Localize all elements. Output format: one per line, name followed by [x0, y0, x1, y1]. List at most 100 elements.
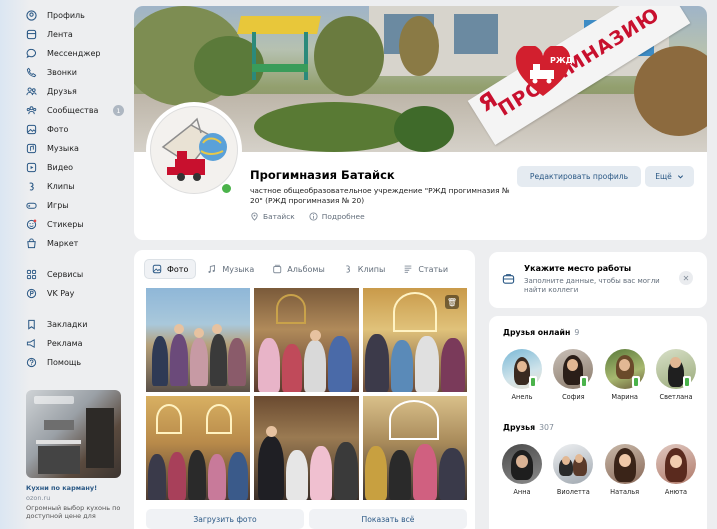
city-link[interactable]: Батайск	[250, 212, 295, 221]
friend-item[interactable]: Марина	[600, 349, 650, 401]
ad-url[interactable]: ozon.ru	[26, 494, 126, 502]
chevron-down-icon	[677, 175, 683, 179]
upload-photo-button[interactable]: Загрузить фото	[146, 509, 304, 529]
sidebar-item-label: Закладки	[47, 320, 88, 329]
friends-header[interactable]: Друзья 307	[503, 423, 554, 432]
bookmark-icon	[26, 319, 37, 330]
close-icon[interactable]: ✕	[679, 271, 693, 285]
friend-item[interactable]: Анюта	[651, 444, 701, 496]
ad-image-tag	[34, 396, 74, 404]
friend-item[interactable]: Светлана	[651, 349, 701, 401]
sidebar-item-label: VK Pay	[47, 289, 75, 298]
photo-icon	[152, 264, 162, 274]
friends-card: Друзья онлайн 9 Анель София Марина Светл…	[489, 316, 707, 529]
sidebar-item-bookmarks[interactable]: Закладки	[26, 315, 126, 334]
profile-name: Прогимназия Батайск	[250, 168, 395, 182]
friends-online-count: 9	[574, 328, 580, 337]
sidebar-item-friends[interactable]: Друзья	[26, 82, 126, 101]
more-info-link[interactable]: Подробнее	[309, 212, 365, 221]
sidebar-item-help[interactable]: Помощь	[26, 353, 126, 372]
edit-profile-button[interactable]: Редактировать профиль	[517, 166, 641, 187]
sidebar-item-games[interactable]: Игры	[26, 196, 126, 215]
photo-thumbnail[interactable]	[146, 288, 250, 392]
friend-name: Анна	[513, 488, 531, 496]
sidebar-item-services[interactable]: Сервисы	[26, 265, 126, 284]
more-button[interactable]: Ещё	[645, 166, 694, 187]
sidebar-item-feed[interactable]: Лента	[26, 25, 126, 44]
photo-thumbnail[interactable]	[363, 396, 467, 500]
location-icon	[251, 212, 258, 221]
friend-name: Светлана	[659, 393, 693, 401]
photo-thumbnail[interactable]	[254, 396, 359, 500]
mobile-online-icon	[529, 376, 537, 388]
profile-description: частное общеобразовательное учреждение "…	[250, 186, 510, 205]
tab-albums[interactable]: Альбомы	[265, 259, 331, 279]
ad-text: Огромный выбор кухонь по доступной цене …	[26, 504, 121, 520]
sidebar-item-messenger[interactable]: Мессенджер	[26, 44, 126, 63]
friends-online-row: Анель София Марина Светлана	[497, 349, 701, 401]
sidebar-item-profile[interactable]: Профиль	[26, 6, 126, 25]
more-button-label: Ещё	[655, 172, 672, 181]
tab-clips[interactable]: Клипы	[336, 259, 393, 279]
sidebar-item-calls[interactable]: Звонки	[26, 63, 126, 82]
sidebar-item-photo[interactable]: Фото	[26, 120, 126, 139]
mobile-online-icon	[631, 376, 640, 388]
briefcase-icon	[502, 274, 515, 284]
sidebar-item-vkpay[interactable]: VK Pay	[26, 284, 126, 303]
logo-text: РЖД	[550, 56, 572, 65]
friend-item[interactable]: София	[548, 349, 598, 401]
profile-meta: Батайск Подробнее	[250, 212, 365, 221]
tab-music[interactable]: Музыка	[200, 259, 261, 279]
sidebar-item-label: Фото	[47, 125, 69, 134]
photo-thumbnail[interactable]	[254, 288, 359, 392]
phone-icon	[26, 67, 37, 78]
sidebar-item-communities[interactable]: Сообщества 1	[26, 101, 126, 120]
tab-label: Музыка	[222, 264, 255, 274]
sidebar-item-market[interactable]: Маркет	[26, 234, 126, 253]
friend-name: Виолетта	[556, 488, 590, 496]
tab-articles[interactable]: Статьи	[396, 259, 455, 279]
market-icon	[26, 238, 37, 249]
delete-photo-icon[interactable]: 🗑	[445, 295, 459, 309]
friends-online-title: Друзья онлайн	[503, 328, 571, 337]
sidebar-ad[interactable]: Кухни по карману! ozon.ru Огромный выбор…	[26, 390, 126, 520]
photo-grid: 🗑	[146, 288, 467, 500]
tab-label: Клипы	[357, 264, 386, 274]
ad-title[interactable]: Кухни по карману!	[26, 484, 126, 492]
friends-row: Анна Виолетта Наталья Анюта	[497, 444, 701, 496]
sidebar-item-clips[interactable]: Клипы	[26, 177, 126, 196]
friend-name: Анель	[511, 393, 533, 401]
sidebar-item-label: Стикеры	[47, 220, 84, 229]
workplace-title[interactable]: Укажите место работы	[524, 264, 631, 273]
tab-photo[interactable]: Фото	[144, 259, 197, 279]
sidebar-item-stickers[interactable]: Стикеры	[26, 215, 126, 234]
sidebar-item-music[interactable]: Музыка	[26, 139, 126, 158]
photo-thumbnail[interactable]: 🗑	[363, 288, 467, 392]
friend-item[interactable]: Виолетта	[548, 444, 598, 496]
show-all-button[interactable]: Показать всё	[309, 509, 467, 529]
sidebar-item-label: Профиль	[47, 11, 85, 20]
message-icon	[26, 48, 37, 59]
swing-canopy	[237, 16, 321, 34]
help-icon	[26, 357, 37, 368]
sidebar-item-label: Маркет	[47, 239, 79, 248]
friend-item[interactable]: Наталья	[600, 444, 650, 496]
photo-thumbnail[interactable]	[146, 396, 250, 500]
sidebar-item-label: Друзья	[47, 87, 77, 96]
friends-icon	[26, 86, 37, 97]
sidebar-item-ads[interactable]: Реклама	[26, 334, 126, 353]
sidebar-item-video[interactable]: Видео	[26, 158, 126, 177]
city-label: Батайск	[263, 212, 295, 221]
sidebar-item-label: Реклама	[47, 339, 83, 348]
friends-online-header[interactable]: Друзья онлайн 9	[503, 328, 579, 337]
avatar	[553, 444, 594, 484]
friends-title: Друзья	[503, 423, 536, 432]
friend-item[interactable]: Анель	[497, 349, 547, 401]
stickers-icon	[26, 219, 37, 230]
clips-icon	[26, 181, 37, 192]
ad-image[interactable]	[26, 390, 121, 478]
sidebar-item-label: Музыка	[47, 144, 79, 153]
friend-item[interactable]: Анна	[497, 444, 547, 496]
sidebar-item-label: Сервисы	[47, 270, 84, 279]
avatar-emblem-icon	[161, 117, 227, 181]
